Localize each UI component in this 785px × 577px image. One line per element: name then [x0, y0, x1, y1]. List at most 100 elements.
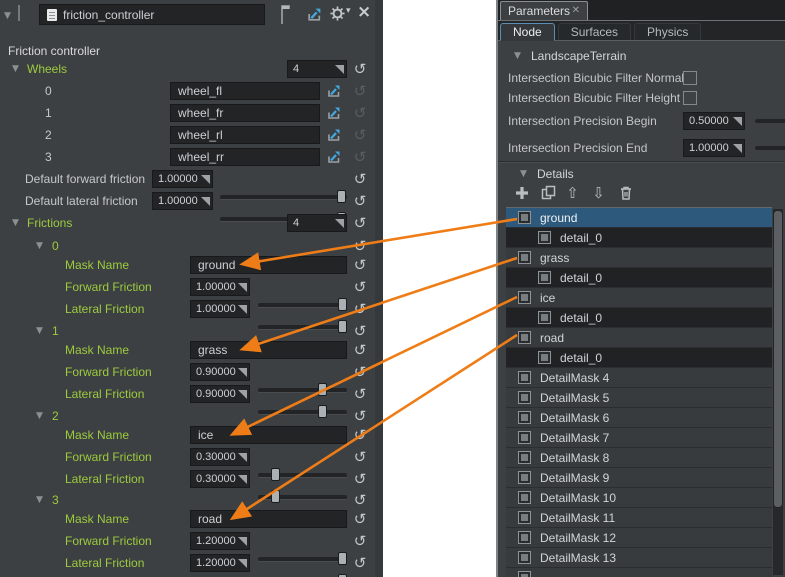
reset-icon[interactable]: ↺ — [351, 363, 369, 381]
frictions-count-spinbox[interactable]: 4 — [287, 214, 347, 232]
mask-name-field[interactable]: grass — [190, 341, 347, 359]
frictions-expander-icon[interactable]: ▼ — [12, 214, 19, 232]
assign-node-icon[interactable] — [326, 149, 342, 165]
assign-node-icon[interactable] — [326, 127, 342, 143]
list-item-ground[interactable]: ground — [506, 208, 772, 228]
parameters-panel-tab[interactable]: Parameters ✕ — [500, 1, 588, 20]
assign-node-icon[interactable] — [326, 83, 342, 99]
reset-icon[interactable]: ↺ — [351, 192, 369, 210]
gear-dropdown-caret-icon[interactable]: ▾ — [346, 6, 351, 16]
param-slider[interactable] — [755, 119, 785, 123]
reset-icon[interactable]: ↺ — [351, 448, 369, 466]
checkbox-icon[interactable] — [683, 91, 697, 105]
list-item-road[interactable]: road — [506, 328, 772, 348]
mask-toggle-icon[interactable] — [518, 291, 531, 304]
section-expander-icon[interactable]: ▼ — [514, 47, 521, 65]
node-expander-icon[interactable]: ▼ — [4, 7, 11, 25]
mask-toggle-icon[interactable] — [518, 571, 531, 577]
tab-close-icon[interactable]: ✕ — [572, 6, 580, 16]
list-item-detailmask[interactable]: DetailMask 10 — [506, 488, 772, 508]
list-item-detailmask[interactable]: DetailMask 7 — [506, 428, 772, 448]
add-icon[interactable] — [514, 185, 530, 201]
mask-toggle-icon[interactable] — [518, 531, 531, 544]
list-item-detailmask[interactable]: DetailMask 5 — [506, 388, 772, 408]
detail-toggle-icon[interactable] — [538, 311, 551, 324]
value-drag-icon[interactable] — [201, 197, 210, 206]
wheel-name-field[interactable]: wheel_rr — [170, 148, 320, 166]
mask-toggle-icon[interactable] — [518, 411, 531, 424]
reset-icon[interactable]: ↺ — [351, 407, 369, 425]
mask-toggle-icon[interactable] — [518, 511, 531, 524]
list-item-detail[interactable]: detail_0 — [506, 268, 772, 288]
lateral-friction-spinbox[interactable]: 1.00000 — [190, 300, 250, 318]
reset-icon[interactable]: ↺ — [351, 554, 369, 572]
wheel-name-field[interactable]: wheel_fl — [170, 82, 320, 100]
lateral-friction-spinbox[interactable]: 1.20000 — [190, 554, 250, 572]
details-expander-icon[interactable]: ▼ — [520, 165, 527, 183]
list-item-detail[interactable]: detail_0 — [506, 228, 772, 248]
value-drag-icon[interactable] — [201, 175, 210, 184]
details-scrollbar[interactable] — [773, 209, 783, 575]
default-lateral-friction-spinbox[interactable]: 1.00000 — [152, 192, 213, 210]
list-item-detailmask[interactable]: DetailMask 8 — [506, 448, 772, 468]
move-down-icon[interactable]: ⇩ — [590, 184, 607, 201]
mask-toggle-icon[interactable] — [518, 391, 531, 404]
reset-icon[interactable]: ↺ — [351, 385, 369, 403]
forward-friction-spinbox[interactable]: 1.00000 — [190, 278, 250, 296]
reset-icon[interactable]: ↺ — [351, 532, 369, 550]
lateral-friction-spinbox[interactable]: 0.30000 — [190, 470, 250, 488]
reset-icon[interactable]: ↺ — [351, 491, 369, 509]
list-item-detailmask[interactable]: DetailMask 9 — [506, 468, 772, 488]
mask-name-field[interactable]: road — [190, 510, 347, 528]
reset-icon[interactable]: ↺ — [351, 237, 369, 255]
group-expander-icon[interactable]: ▼ — [36, 407, 43, 425]
folder-icon[interactable] — [281, 8, 283, 24]
param-spinbox[interactable]: 1.00000 — [683, 139, 745, 157]
tab-physics[interactable]: Physics — [634, 23, 701, 40]
node-name-field[interactable]: friction_controller — [39, 4, 265, 25]
value-drag-icon[interactable] — [238, 537, 247, 546]
detail-toggle-icon[interactable] — [538, 351, 551, 364]
group-expander-icon[interactable]: ▼ — [36, 491, 43, 509]
forward-friction-spinbox[interactable]: 0.90000 — [190, 363, 250, 381]
list-item-detail[interactable]: detail_0 — [506, 348, 772, 368]
clone-icon[interactable] — [540, 185, 556, 201]
reset-icon[interactable]: ↺ — [351, 82, 369, 100]
assign-node-icon[interactable] — [306, 6, 323, 23]
reset-icon[interactable]: ↺ — [351, 341, 369, 359]
value-drag-icon[interactable] — [335, 65, 344, 74]
forward-friction-spinbox[interactable]: 1.20000 — [190, 532, 250, 550]
lateral-friction-slider[interactable] — [258, 572, 347, 577]
mask-name-field[interactable]: ground — [190, 256, 347, 274]
reset-icon[interactable]: ↺ — [351, 104, 369, 122]
list-item-detailmask[interactable]: DetailMask 4 — [506, 368, 772, 388]
value-drag-icon[interactable] — [238, 453, 247, 462]
wheels-count-spinbox[interactable]: 4 — [287, 60, 347, 78]
param-spinbox[interactable]: 0.50000 — [683, 112, 745, 130]
reset-icon[interactable]: ↺ — [351, 278, 369, 296]
value-drag-icon[interactable] — [238, 283, 247, 292]
value-drag-icon[interactable] — [238, 475, 247, 484]
reset-icon[interactable]: ↺ — [351, 126, 369, 144]
mask-toggle-icon[interactable] — [518, 251, 531, 264]
mask-toggle-icon[interactable] — [518, 451, 531, 464]
value-drag-icon[interactable] — [238, 390, 247, 399]
forward-friction-spinbox[interactable]: 0.30000 — [190, 448, 250, 466]
scrollbar-thumb[interactable] — [773, 210, 783, 508]
group-expander-icon[interactable]: ▼ — [36, 322, 43, 340]
list-item-ice[interactable]: ice — [506, 288, 772, 308]
mask-name-field[interactable]: ice — [190, 426, 347, 444]
list-item-detailmask[interactable]: DetailMask 11 — [506, 508, 772, 528]
assign-node-icon[interactable] — [326, 105, 342, 121]
default-forward-friction-spinbox[interactable]: 1.00000 — [152, 170, 213, 188]
group-expander-icon[interactable]: ▼ — [36, 237, 43, 255]
mask-toggle-icon[interactable] — [518, 211, 531, 224]
mask-toggle-icon[interactable] — [518, 471, 531, 484]
list-item-detailmask[interactable]: DetailMask 12 — [506, 528, 772, 548]
value-drag-icon[interactable] — [335, 219, 344, 228]
tab-node[interactable]: Node — [500, 23, 555, 41]
reset-icon[interactable]: ↺ — [351, 510, 369, 528]
wheel-name-field[interactable]: wheel_fr — [170, 104, 320, 122]
reset-icon[interactable]: ↺ — [351, 256, 369, 274]
reset-icon[interactable]: ↺ — [351, 214, 369, 232]
